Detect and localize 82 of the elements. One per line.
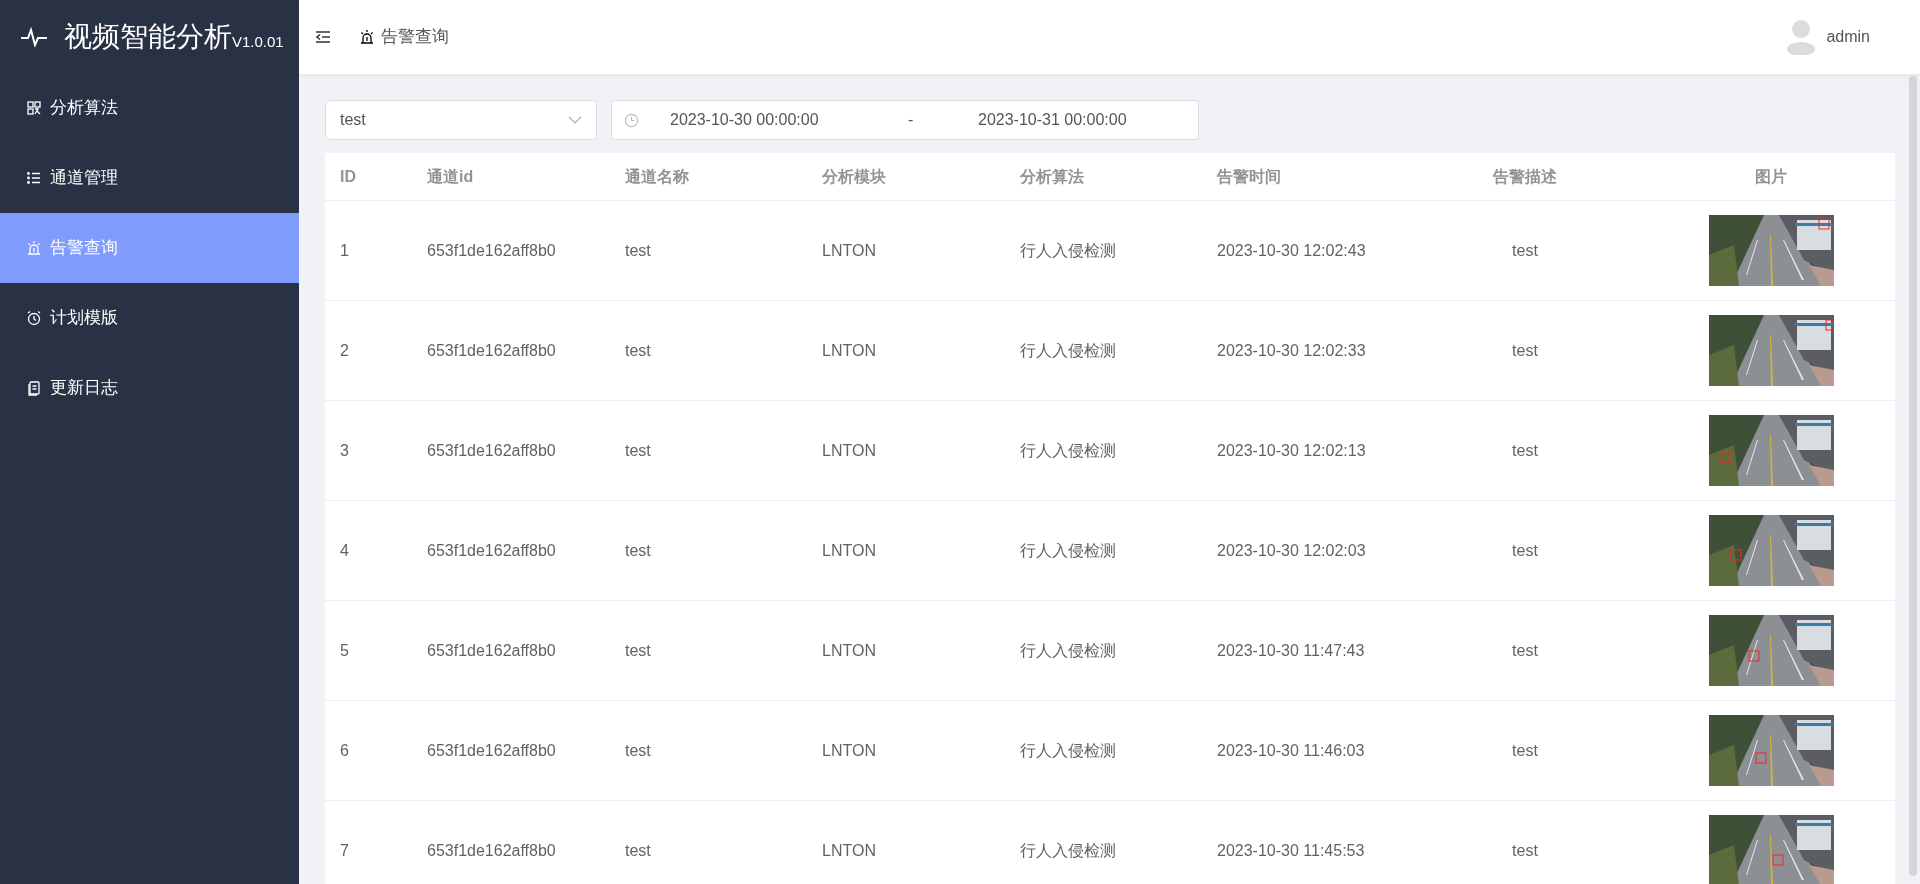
table-cell: test — [1512, 641, 1538, 659]
table-cell: test — [625, 241, 651, 259]
list-icon — [26, 170, 42, 186]
pulse-icon — [20, 26, 48, 47]
breadcrumb: 告警查询 — [381, 26, 449, 49]
app-version: V1.0.01 — [232, 33, 284, 51]
table-cell: test — [1512, 441, 1538, 459]
grid-icon — [26, 100, 42, 116]
document-icon — [26, 380, 42, 396]
table-cell: 行人入侵检测 — [1020, 641, 1116, 659]
table-cell: 2023-10-30 11:46:03 — [1217, 741, 1365, 759]
table-cell: test — [625, 741, 651, 759]
date-separator: - — [908, 110, 915, 130]
table-cell: test — [625, 541, 651, 559]
table-cell: LNTON — [822, 841, 876, 859]
table-cell: test — [1512, 241, 1538, 259]
collapse-menu-icon[interactable] — [315, 30, 331, 44]
table-cell: test — [1512, 841, 1538, 859]
table-cell: 2023-10-30 11:45:53 — [1217, 841, 1365, 859]
column-header: 通道名称 — [625, 167, 689, 185]
sidebar-item[interactable]: 更新日志 — [0, 353, 299, 423]
table-cell: 2023-10-30 12:02:33 — [1217, 341, 1366, 359]
table-cell: 653f1de162aff8b0 — [427, 841, 556, 859]
table-cell: 653f1de162aff8b0 — [427, 641, 556, 659]
table-cell: test — [625, 341, 651, 359]
column-header: 告警描述 — [1493, 167, 1557, 185]
column-header: 分析模块 — [822, 167, 886, 185]
table-cell: 5 — [340, 641, 349, 659]
sidebar-item[interactable]: 计划模版 — [0, 283, 299, 353]
table-cell: 2023-10-30 12:02:43 — [1217, 241, 1366, 259]
user-name[interactable]: admin — [1826, 25, 1870, 49]
table-cell: 653f1de162aff8b0 — [427, 241, 556, 259]
table-cell: 3 — [340, 441, 349, 459]
table-cell: 2 — [340, 341, 349, 359]
table-cell: 1 — [340, 241, 349, 259]
clock-icon — [624, 112, 639, 128]
table-cell: 7 — [340, 841, 349, 859]
table-cell: 行人入侵检测 — [1020, 541, 1116, 559]
table-cell: 2023-10-30 12:02:13 — [1217, 441, 1366, 459]
table-cell: 4 — [340, 541, 349, 559]
avatar-icon[interactable] — [1786, 19, 1817, 55]
sidebar-item[interactable]: 分析算法 — [0, 73, 299, 143]
column-header: ID — [340, 167, 356, 185]
alarm-clock-icon — [26, 310, 42, 326]
table-cell: 6 — [340, 741, 349, 759]
scrollbar[interactable] — [1909, 76, 1917, 876]
table-cell: 行人入侵检测 — [1020, 341, 1116, 359]
table-cell: LNTON — [822, 641, 876, 659]
table-cell: test — [625, 841, 651, 859]
table-cell: 2023-10-30 11:47:43 — [1217, 641, 1365, 659]
alarm-light-icon — [26, 240, 42, 256]
column-header: 通道id — [427, 167, 474, 185]
alarm-light-icon — [359, 29, 375, 45]
table-cell: LNTON — [822, 441, 876, 459]
table-cell: 行人入侵检测 — [1020, 841, 1116, 859]
table-cell: 653f1de162aff8b0 — [427, 441, 556, 459]
date-range-picker[interactable]: 2023-10-30 00:00:00 - 2023-10-31 00:00:00 — [611, 100, 1199, 140]
chevron-down-icon — [568, 116, 582, 124]
table-cell: LNTON — [822, 241, 876, 259]
table-cell: test — [1512, 341, 1538, 359]
table-cell: test — [625, 641, 651, 659]
table-cell: LNTON — [822, 341, 876, 359]
table-cell: 行人入侵检测 — [1020, 241, 1116, 259]
table-cell: test — [625, 441, 651, 459]
table-cell: test — [1512, 741, 1538, 759]
start-date[interactable]: 2023-10-30 00:00:00 — [670, 108, 900, 132]
end-date[interactable]: 2023-10-31 00:00:00 — [978, 108, 1127, 132]
table-cell: LNTON — [822, 541, 876, 559]
column-header: 图片 — [1755, 167, 1787, 185]
table-cell: test — [1512, 541, 1538, 559]
channel-select[interactable]: test — [325, 100, 597, 140]
table-cell: LNTON — [822, 741, 876, 759]
table-cell: 2023-10-30 12:02:03 — [1217, 541, 1366, 559]
table-cell: 行人入侵检测 — [1020, 441, 1116, 459]
column-header: 告警时间 — [1217, 167, 1281, 185]
table-cell: 653f1de162aff8b0 — [427, 341, 556, 359]
column-header: 分析算法 — [1020, 167, 1084, 185]
table-cell: 653f1de162aff8b0 — [427, 741, 556, 759]
table-cell: 行人入侵检测 — [1020, 741, 1116, 759]
app-title: 视频智能分析 — [64, 22, 232, 51]
sidebar-item[interactable]: 通道管理 — [0, 143, 299, 213]
table-cell: 653f1de162aff8b0 — [427, 541, 556, 559]
